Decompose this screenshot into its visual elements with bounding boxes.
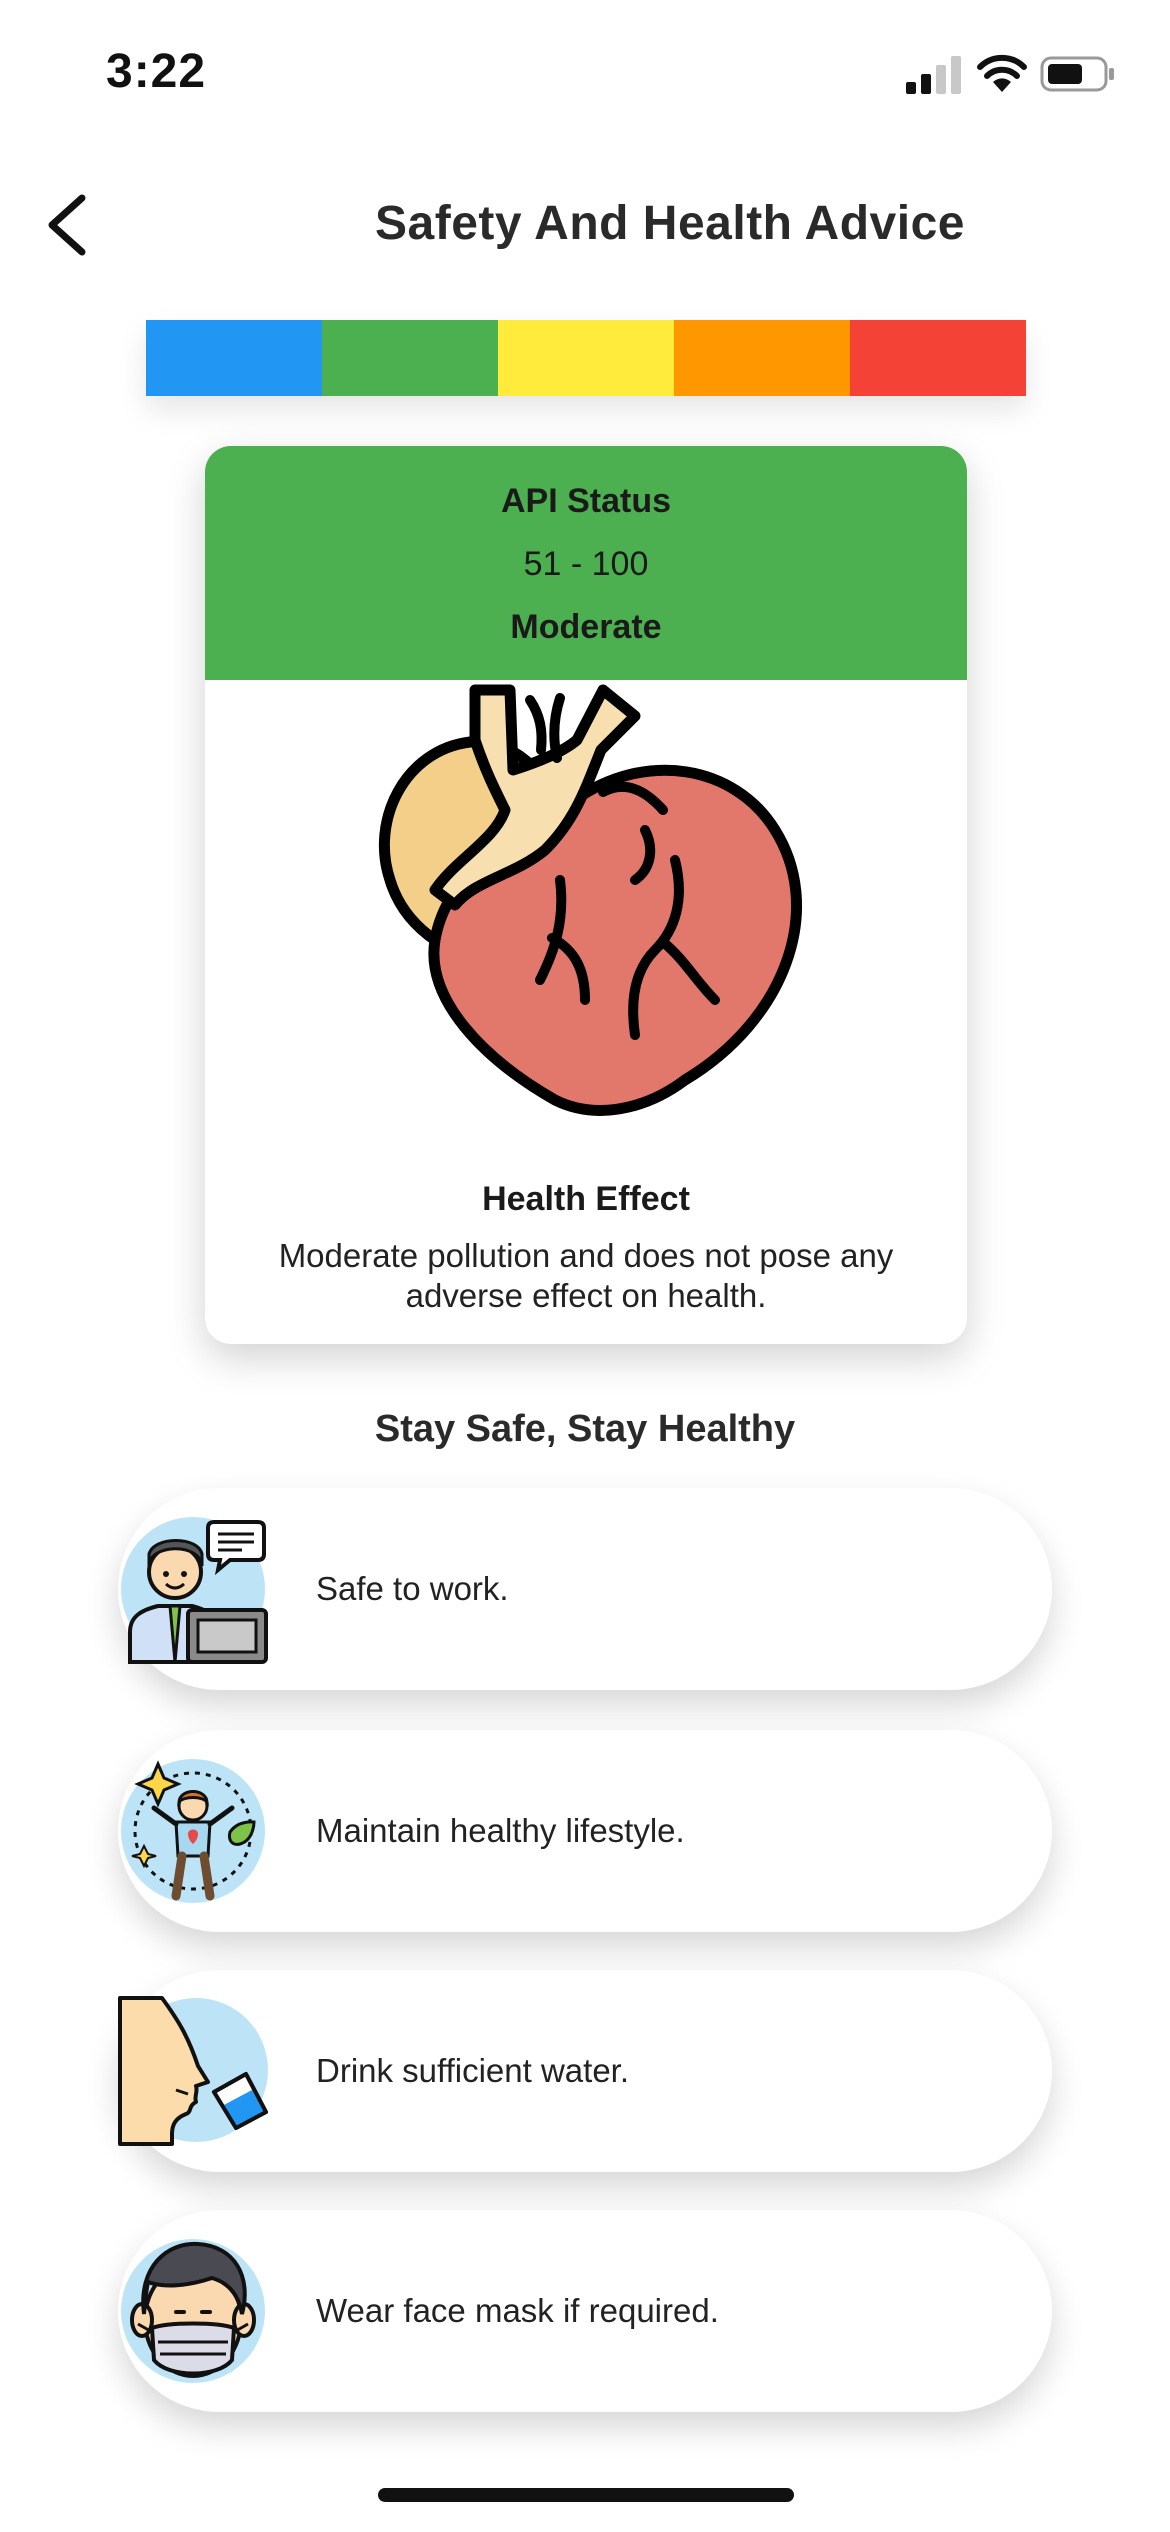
status-bar: 3:22	[0, 0, 1170, 140]
advice-item-healthy-lifestyle[interactable]: Maintain healthy lifestyle.	[118, 1730, 1052, 1932]
home-indicator[interactable]	[378, 2488, 794, 2502]
face-mask-icon	[121, 2239, 265, 2383]
drinking-water-icon	[118, 1996, 268, 2146]
page-title: Safety And Health Advice	[375, 197, 965, 250]
heart-icon	[378, 684, 802, 1116]
health-effect-title: Health Effect	[482, 1180, 690, 1218]
health-effect-text: Moderate pollution and does not pose any…	[278, 1237, 894, 1314]
advice-item-face-mask[interactable]: Wear face mask if required.	[118, 2210, 1052, 2412]
aqi-segment-unhealthy-sensitive	[498, 320, 674, 396]
battery-icon	[1040, 56, 1114, 92]
aqi-segment-moderate	[322, 320, 498, 396]
back-chevron-icon[interactable]	[40, 190, 100, 260]
api-range: 51 - 100	[523, 545, 649, 583]
api-level: Moderate	[510, 608, 662, 646]
aqi-color-scale	[146, 320, 1026, 396]
advice-text: Wear face mask if required.	[316, 2292, 719, 2329]
office-worker-icon	[121, 1517, 268, 1664]
advice-item-safe-to-work[interactable]: Safe to work.	[118, 1488, 1052, 1690]
advice-text: Drink sufficient water.	[316, 2052, 630, 2089]
advice-item-drink-water[interactable]: Drink sufficient water.	[118, 1970, 1052, 2172]
healthy-person-icon	[121, 1759, 265, 1903]
aqi-segment-very-unhealthy	[850, 320, 1026, 396]
aqi-status-card: API Status 51 - 100 Moderate Health Effe…	[205, 446, 967, 1344]
aqi-segment-unhealthy	[674, 320, 850, 396]
status-time: 3:22	[106, 45, 207, 98]
cellular-signal-icon	[906, 56, 961, 94]
wifi-icon	[977, 54, 1027, 92]
api-status-label: API Status	[500, 482, 672, 520]
status-card-header: API Status 51 - 100 Moderate	[205, 446, 967, 680]
section-title: Stay Safe, Stay Healthy	[374, 1408, 796, 1450]
aqi-segment-good	[146, 320, 322, 396]
advice-text: Safe to work.	[316, 1570, 509, 1607]
advice-text: Maintain healthy lifestyle.	[316, 1812, 685, 1849]
